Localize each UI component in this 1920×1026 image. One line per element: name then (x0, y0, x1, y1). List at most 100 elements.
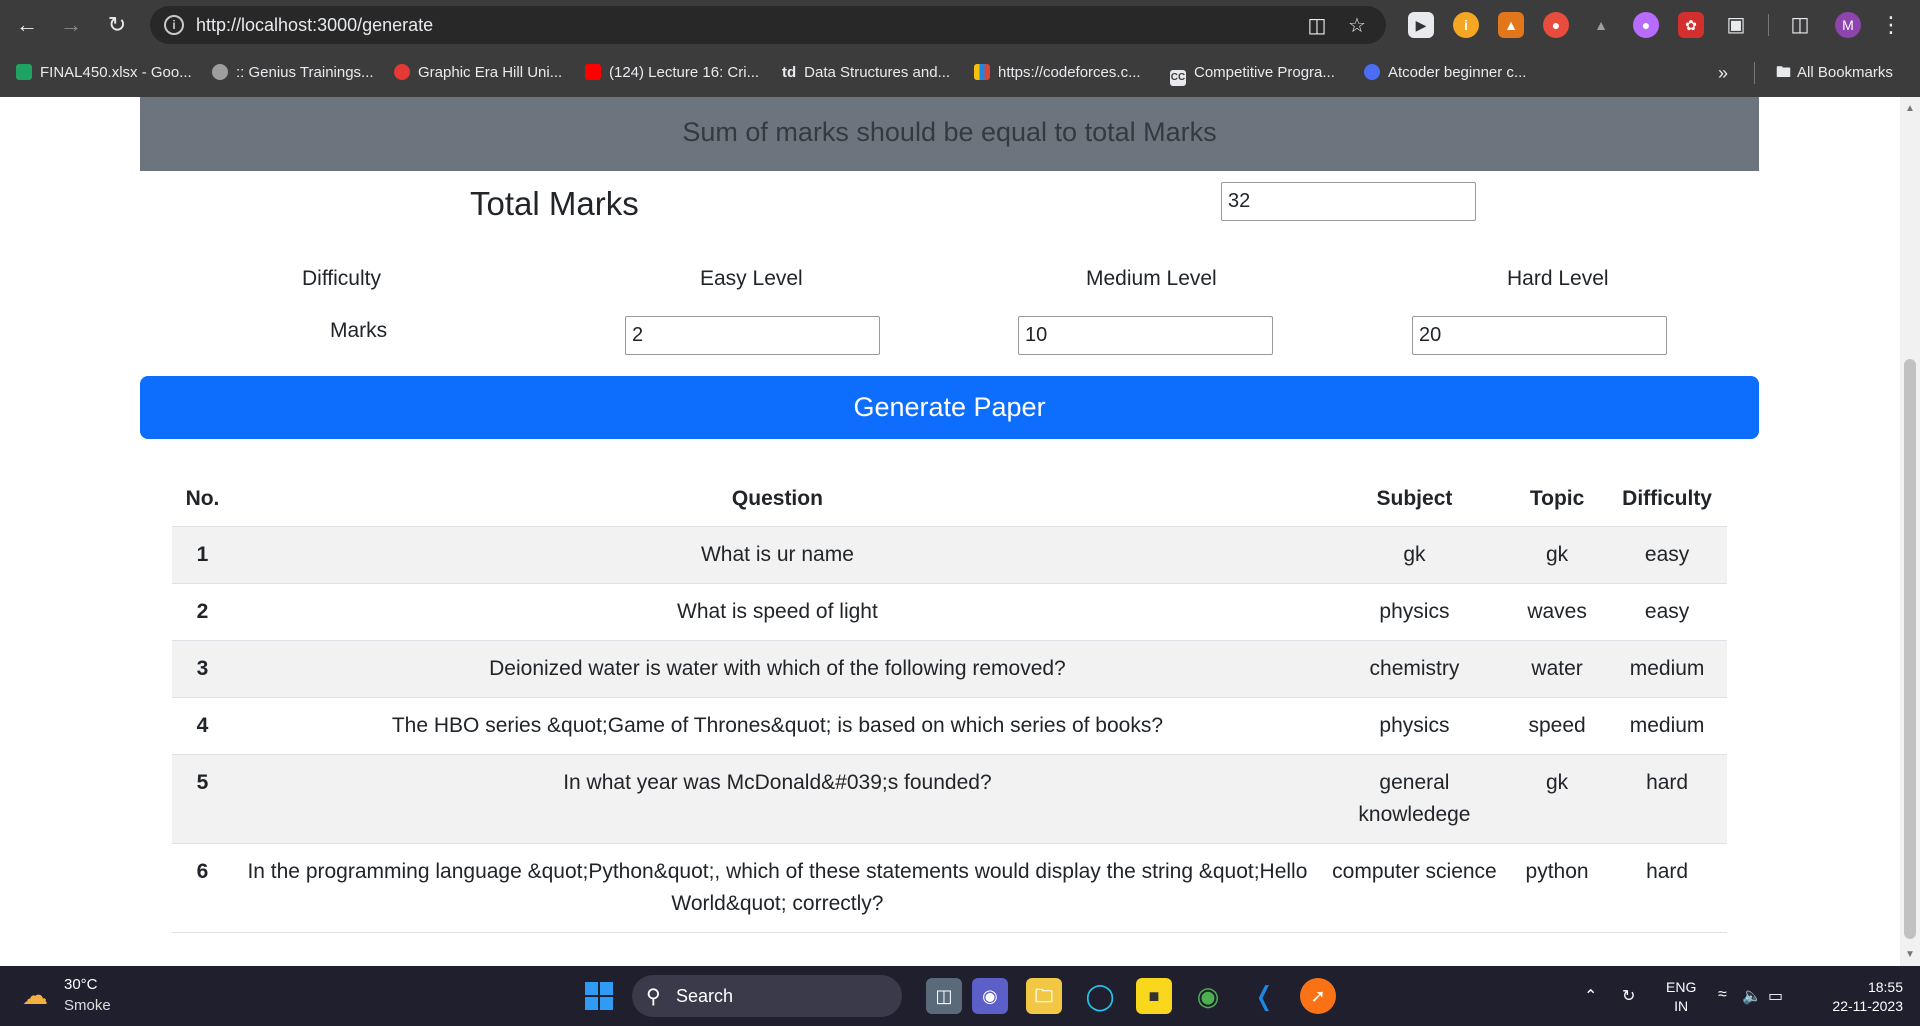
chrome-icon[interactable]: ◉ (1190, 978, 1226, 1014)
table-row: 3 Deionized water is water with which of… (172, 640, 1727, 698)
globe-icon (212, 64, 228, 80)
row-difficulty: hard (1607, 843, 1727, 933)
total-marks-input[interactable] (1221, 182, 1476, 221)
marks-label: Marks (330, 319, 388, 342)
url-text[interactable]: http://localhost:3000/generate (196, 15, 433, 36)
medium-marks-input[interactable] (1018, 316, 1273, 355)
row-question: In what year was McDonald&#039;s founded… (232, 754, 1322, 844)
windows-start-icon[interactable] (585, 982, 613, 1010)
bookmark-item[interactable]: Graphic Era Hill Uni... (394, 62, 562, 84)
profile-avatar[interactable]: M (1835, 12, 1861, 38)
table-row: 4 The HBO series &quot;Game of Thrones&q… (172, 697, 1727, 755)
row-topic: gk (1507, 754, 1608, 844)
generate-paper-button[interactable]: Generate Paper (140, 376, 1759, 439)
row-topic: python (1507, 843, 1608, 933)
battery-icon[interactable]: ▭ (1768, 986, 1783, 1006)
row-topic: waves (1507, 583, 1608, 641)
folder-icon: 🖿 (1776, 64, 1792, 81)
search-icon: ⚲ (646, 986, 661, 1008)
row-subject: general knowledege (1321, 754, 1507, 844)
row-difficulty: medium (1607, 697, 1727, 755)
row-no: 2 (172, 583, 233, 641)
system-clock[interactable]: 18:55 22-11-2023 (1815, 978, 1903, 1016)
row-no: 5 (172, 754, 233, 844)
row-difficulty: medium (1607, 640, 1727, 698)
total-marks-label: Total Marks (470, 185, 639, 222)
row-subject: physics (1321, 697, 1507, 755)
hard-marks-input[interactable] (1412, 316, 1667, 355)
table-row: 2 What is speed of light physics waves e… (172, 583, 1727, 641)
more-bookmarks-chevron-icon[interactable]: » (1718, 62, 1728, 84)
postman-icon[interactable]: ➚ (1300, 978, 1336, 1014)
tray-overflow-chevron-icon[interactable]: ⌃ (1584, 986, 1597, 1006)
weather-description[interactable]: Smoke (64, 997, 111, 1014)
medium-level-label: Medium Level (1086, 267, 1217, 290)
task-view-icon[interactable]: ◫ (926, 978, 962, 1014)
row-no: 1 (172, 526, 233, 584)
bookmark-item[interactable]: :: Genius Trainings... (212, 62, 374, 84)
scroll-down-arrow-icon[interactable]: ▼ (1905, 949, 1915, 960)
forward-icon[interactable]: → (56, 10, 86, 40)
weather-temperature[interactable]: 30°C (64, 976, 98, 993)
bookmark-item[interactable]: Atcoder beginner c... (1364, 62, 1526, 84)
bookmark-item[interactable]: https://codeforces.c... (974, 62, 1141, 84)
vscode-icon[interactable]: ❬ (1246, 978, 1282, 1014)
header-no: No. (172, 472, 233, 527)
extension-bottle-icon[interactable]: ▲ (1588, 12, 1614, 38)
bookmark-item[interactable]: (124) Lecture 16: Cri... (585, 62, 759, 84)
codeforces-icon (974, 64, 990, 80)
td-icon: td (782, 64, 797, 81)
wifi-icon[interactable]: ≈ (1718, 986, 1727, 1004)
all-bookmarks-button[interactable]: 🖿 All Bookmarks (1776, 62, 1893, 84)
bookmarks-bar: FINAL450.xlsx - Goo... :: Genius Trainin… (0, 50, 1920, 97)
extension-color-icon[interactable]: ● (1543, 12, 1569, 38)
page-scrollbar[interactable]: ▲ ▼ (1900, 97, 1920, 966)
row-difficulty: hard (1607, 754, 1727, 844)
install-app-icon[interactable]: ◫ (1305, 14, 1329, 38)
extension-metamask-icon[interactable]: ▲ (1498, 12, 1524, 38)
site-info-icon[interactable]: i (164, 15, 184, 35)
sync-icon[interactable]: ↻ (1622, 986, 1635, 1006)
scrollbar-thumb[interactable] (1904, 359, 1916, 939)
youtube-icon (585, 64, 601, 80)
extensions-puzzle-icon[interactable]: ▣ (1723, 12, 1749, 38)
bookmark-star-icon[interactable]: ☆ (1345, 14, 1369, 38)
address-bar[interactable]: i http://localhost:3000/generate ◫ ☆ (150, 6, 1386, 44)
reload-icon[interactable]: ↻ (102, 10, 132, 40)
row-question: What is ur name (232, 526, 1322, 584)
toolbar-divider (1768, 14, 1769, 36)
row-topic: water (1507, 640, 1608, 698)
taskbar-search[interactable]: ⚲ Search (632, 975, 902, 1017)
row-topic: speed (1507, 697, 1608, 755)
bookmark-item[interactable]: CC Competitive Progra... (1170, 62, 1335, 86)
header-subject: Subject (1321, 472, 1507, 527)
row-subject: gk (1321, 526, 1507, 584)
table-row: 5 In what year was McDonald&#039;s found… (172, 754, 1727, 844)
questions-table: No. Question Subject Topic Difficulty 1 … (172, 472, 1727, 933)
more-menu-icon[interactable]: ⋮ (1876, 10, 1906, 40)
bookmarks-divider (1754, 62, 1755, 84)
language-indicator[interactable]: ENG IN (1666, 978, 1696, 1016)
bookmark-item[interactable]: FINAL450.xlsx - Goo... (16, 62, 192, 84)
bookmark-item[interactable]: td Data Structures and... (782, 62, 950, 84)
row-no: 3 (172, 640, 233, 698)
weather-smoke-icon[interactable]: ☁ (22, 980, 52, 1010)
extension-purple-icon[interactable]: ● (1633, 12, 1659, 38)
file-explorer-icon[interactable]: 🗀 (1026, 978, 1062, 1014)
table-row: 6 In the programming language &quot;Pyth… (172, 843, 1727, 933)
difficulty-label: Difficulty (302, 267, 381, 290)
table-row: 1 What is ur name gk gk easy (172, 526, 1727, 584)
extension-screencast-icon[interactable]: ▶ (1408, 12, 1434, 38)
sticky-notes-icon[interactable]: ■ (1136, 978, 1172, 1014)
university-logo-icon (394, 64, 410, 80)
side-panel-icon[interactable]: ◫ (1787, 12, 1813, 38)
extension-red-icon[interactable]: ✿ (1678, 12, 1704, 38)
teams-icon[interactable]: ◉ (972, 978, 1008, 1014)
back-icon[interactable]: ← (12, 10, 42, 40)
extension-honey-icon[interactable]: i (1453, 12, 1479, 38)
volume-icon[interactable]: 🔈 (1742, 986, 1762, 1006)
header-difficulty: Difficulty (1607, 472, 1727, 527)
cortana-icon[interactable]: ◯ (1082, 978, 1118, 1014)
scroll-up-arrow-icon[interactable]: ▲ (1905, 103, 1915, 114)
easy-marks-input[interactable] (625, 316, 880, 355)
